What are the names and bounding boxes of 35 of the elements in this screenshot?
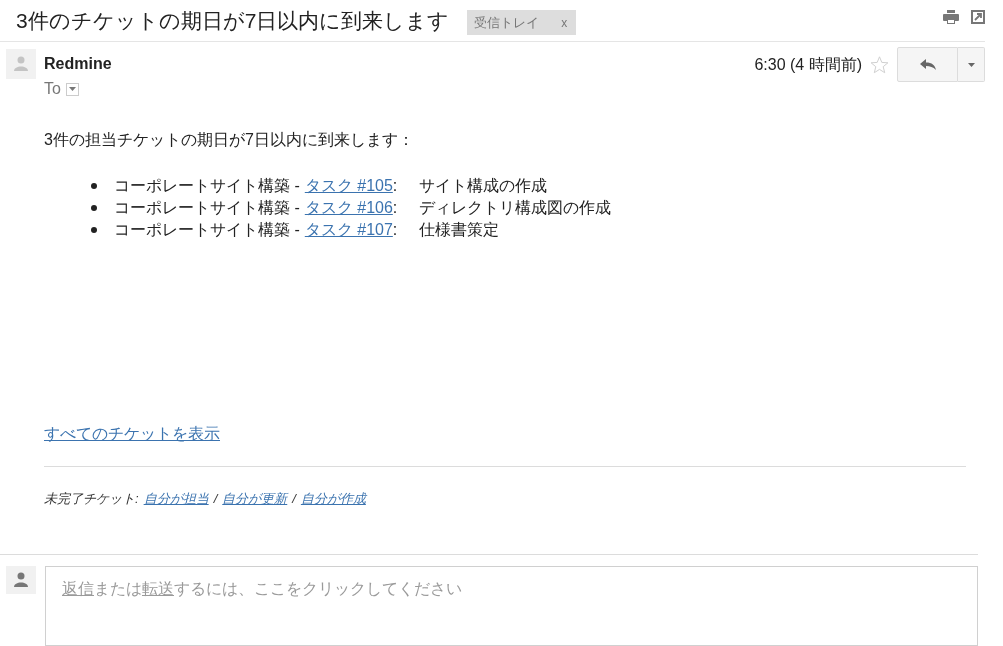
sender-name: Redmine [44,54,112,74]
all-tickets-link[interactable]: すべてのチケットを表示 [44,423,220,445]
print-icon[interactable] [943,9,959,24]
task-link[interactable]: タスク #105 [304,177,393,194]
bullet-icon [91,227,97,233]
avatar-icon [6,49,36,79]
task-link[interactable]: タスク #106 [304,199,393,216]
reply-action-link[interactable]: 転送 [142,580,174,597]
caret-icon [967,62,975,67]
message-intro: 3件の担当チケットの期日が7日以内に到来します： [44,130,414,150]
email-subject: 3件のチケットの期日が7日以内に到来します [16,7,450,34]
new-window-icon[interactable] [971,9,985,24]
recipient-label: To [44,79,61,99]
bullet-icon [91,183,97,189]
ticket-filter-link[interactable]: 自分が担当 [143,491,209,506]
ticket-filter-link[interactable]: 自分が更新 [222,491,288,506]
reply-action-link[interactable]: 返信 [62,580,94,597]
task-link[interactable]: タスク #107 [304,221,393,238]
reply-box[interactable]: 返信または転送するには、ここをクリックしてください [45,566,978,646]
ticket-line: コーポレートサイト構築 - タスク #105: サイト構成の作成 [114,176,548,196]
star-icon[interactable] [870,55,889,74]
ticket-line: コーポレートサイト構築 - タスク #107: 仕様書策定 [114,220,500,240]
open-tickets-line: 未完了チケット: 自分が担当 / 自分が更新 / 自分が作成 [44,490,369,508]
bullet-icon [91,205,97,211]
details-dropdown[interactable] [65,82,79,96]
caret-icon [68,87,76,91]
ticket-filter-link[interactable]: 自分が作成 [300,491,366,506]
avatar-icon [6,566,36,594]
label-text: 受信トレイ [474,14,540,31]
reply-button[interactable] [897,47,958,82]
message-time: 6:30 (4 時間前) [754,54,862,75]
reply-icon [919,59,936,70]
reply-prompt: 返信または転送するには、ここをクリックしてください [62,580,462,597]
remove-label-button[interactable]: x [561,15,568,30]
ticket-line: コーポレートサイト構築 - タスク #106: ディレクトリ構成図の作成 [114,198,612,218]
